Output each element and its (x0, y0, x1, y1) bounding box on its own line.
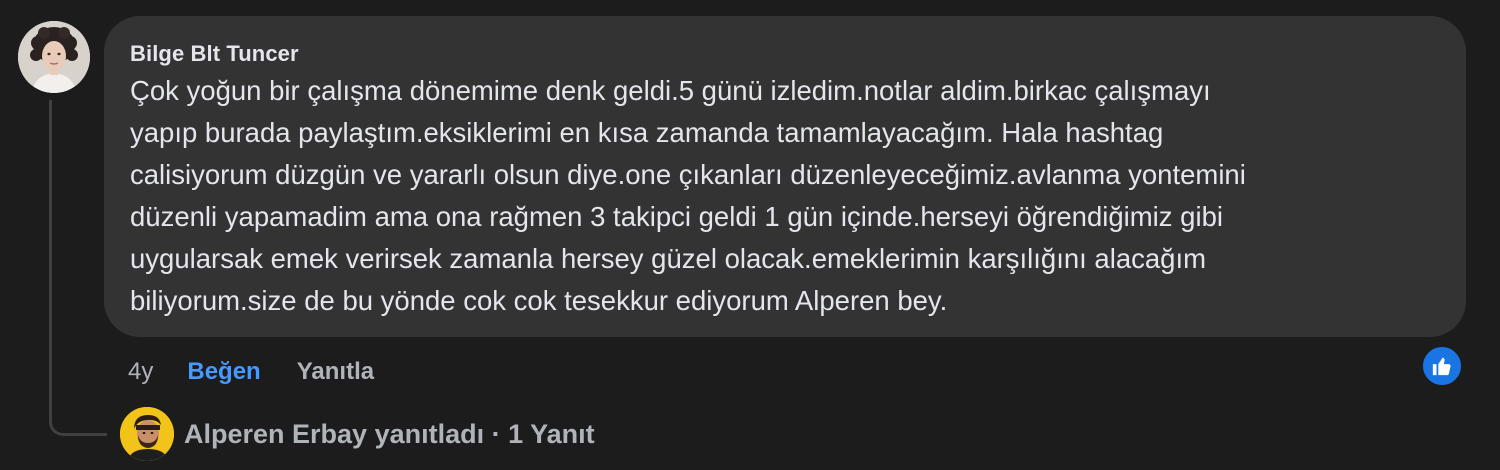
thread-connector-line (49, 100, 107, 436)
comment-body-line: biliyorum.size de bu yönde cok cok tesek… (130, 285, 948, 316)
comment-body: Çok yoğun bir çalışma dönemime denk geld… (130, 70, 1440, 322)
reply-button[interactable]: Yanıtla (297, 358, 374, 386)
thumbs-up-icon (1432, 357, 1451, 376)
comment-body-line: yapıp burada paylaştım.eksiklerimi en kı… (130, 117, 1164, 148)
avatar-photo-icon (18, 21, 90, 93)
comment-actions: 4y Beğen Yanıtla (128, 354, 374, 390)
comment-timestamp[interactable]: 4y (128, 358, 153, 386)
comment-thread: Bilge Blt Tuncer Çok yoğun bir çalışma d… (0, 0, 1500, 470)
comment-body-line: calisiyorum düzgün ve yararlı olsun diye… (130, 159, 1246, 190)
avatar-photo-icon (120, 407, 174, 461)
replier-avatar (120, 407, 174, 461)
comment-body-line: uygularsak emek verirsek zamanla hersey … (130, 243, 1207, 274)
like-button[interactable]: Beğen (187, 358, 260, 386)
comment-author-name[interactable]: Bilge Blt Tuncer (130, 40, 1440, 68)
reaction-badge[interactable] (1421, 345, 1463, 387)
comment-body-line: Çok yoğun bir çalışma dönemime denk geld… (130, 75, 1211, 106)
comment-bubble: Bilge Blt Tuncer Çok yoğun bir çalışma d… (104, 16, 1466, 337)
view-replies-link[interactable]: Alperen Erbay yanıtladı · 1 Yanıt (120, 406, 595, 462)
reply-summary-text: Alperen Erbay yanıtladı · 1 Yanıt (184, 418, 595, 449)
comment-body-line: düzenli yapamadim ama ona rağmen 3 takip… (130, 201, 1223, 232)
commenter-avatar[interactable] (18, 21, 90, 93)
